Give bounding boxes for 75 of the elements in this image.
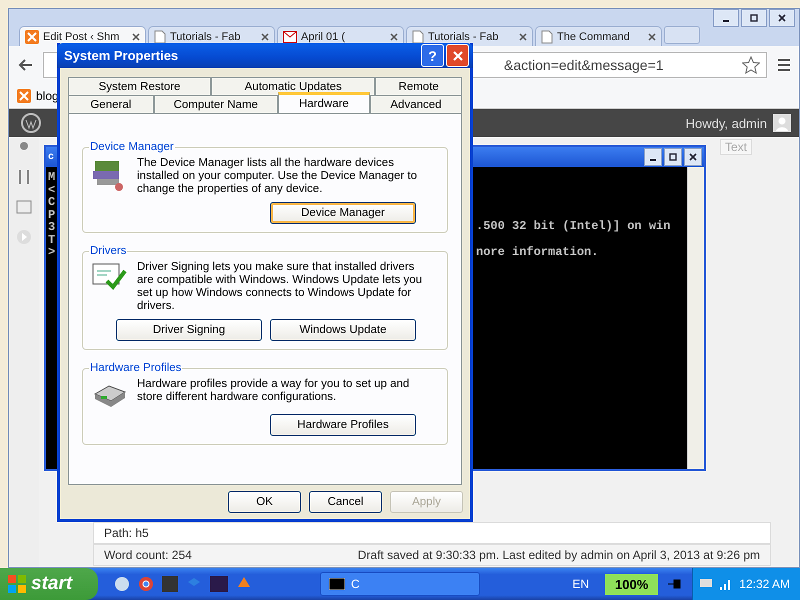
- logo-icon: [17, 88, 31, 102]
- action-button[interactable]: Device Manager: [270, 202, 416, 224]
- dialog-tab[interactable]: Hardware: [278, 92, 370, 113]
- maximize-icon: [669, 153, 677, 161]
- dialog-tab[interactable]: Computer Name: [154, 95, 278, 113]
- dialog-tab[interactable]: General: [68, 95, 154, 113]
- back-arrow-icon[interactable]: [17, 58, 33, 72]
- close-icon[interactable]: [132, 32, 140, 40]
- clock-text: 12:32 AM: [739, 577, 790, 591]
- scrollbar[interactable]: [687, 167, 704, 469]
- console-icon: [329, 578, 345, 590]
- close-icon[interactable]: [390, 32, 398, 40]
- description-text: Hardware profiles provide a way for you to set up and store different hardware configurations.: [137, 378, 410, 405]
- mail-icon: [283, 30, 297, 42]
- language-indicator[interactable]: EN: [564, 577, 598, 591]
- action-button[interactable]: Hardware Profiles: [270, 414, 416, 436]
- avatar-icon: [773, 114, 791, 132]
- maximize-icon: [750, 14, 758, 22]
- app-icon[interactable]: [114, 576, 130, 592]
- action-button[interactable]: Driver Signing: [116, 319, 262, 341]
- group-title: Hardware Profiles: [89, 362, 182, 374]
- dialog-tab[interactable]: System Restore: [68, 77, 212, 95]
- description-text: Driver Signing lets you make sure that installed drivers are compatible with Windows. Windows Update lets you set up how Windows connects to Windows Update for drivers.: [137, 261, 424, 313]
- greeting-text[interactable]: Howdy, admin: [686, 116, 767, 130]
- browser-tab[interactable]: Edit Post ‹ Shm: [19, 26, 146, 46]
- console-text: nore information.: [476, 245, 600, 259]
- minimize-button[interactable]: [644, 148, 662, 166]
- console-text: C: [48, 196, 56, 208]
- dialog-tab[interactable]: Advanced: [370, 95, 462, 113]
- chrome-icon[interactable]: [138, 576, 154, 592]
- console-text: <: [48, 184, 56, 196]
- close-button[interactable]: [684, 148, 702, 166]
- document-icon: [541, 30, 553, 44]
- console-text: .500 32 bit (Intel)] on win: [476, 219, 672, 233]
- close-icon[interactable]: [648, 32, 656, 40]
- action-button[interactable]: Windows Update: [270, 319, 416, 341]
- wordpress-logo-icon[interactable]: [21, 113, 41, 133]
- console-text: >: [48, 246, 56, 258]
- battery-meter: 100%: [605, 574, 658, 594]
- close-icon: [689, 153, 697, 161]
- console-text: M: [48, 171, 56, 184]
- path-text: Path: h5: [93, 522, 771, 544]
- close-icon: [778, 14, 786, 22]
- dialog-button[interactable]: OK: [228, 491, 301, 513]
- logo-icon: [25, 30, 39, 44]
- document-icon: [154, 30, 166, 44]
- restore-button[interactable]: [741, 9, 767, 27]
- group-title: Drivers: [89, 245, 128, 257]
- description-text: The Device Manager lists all the hardware devices installed on your computer. Use the Device Manager to change the properties of any device.: [137, 157, 418, 196]
- console-text: P: [48, 208, 56, 221]
- word-count-text: Word count: 254: [104, 547, 192, 563]
- document-icon: [412, 30, 424, 44]
- maximize-button[interactable]: [664, 148, 682, 166]
- close-button[interactable]: [769, 9, 795, 27]
- close-icon: [452, 50, 462, 60]
- dialog-button[interactable]: Cancel: [309, 491, 382, 513]
- help-button[interactable]: ?: [421, 44, 444, 67]
- minimize-button[interactable]: [713, 9, 739, 27]
- dialog-tab[interactable]: Automatic Updates: [211, 77, 376, 95]
- console-text: T: [48, 234, 56, 246]
- taskbar-button[interactable]: C: [320, 572, 480, 596]
- group-title: Device Manager: [89, 141, 175, 153]
- dialog-tab[interactable]: Remote: [375, 77, 462, 95]
- browser-tab[interactable]: Tutorials - Fab: [406, 26, 533, 46]
- browser-tab[interactable]: The Command: [535, 26, 662, 46]
- window-title: c: [48, 152, 54, 162]
- console-text: 3: [48, 221, 56, 234]
- close-icon[interactable]: [261, 32, 269, 40]
- star-icon[interactable]: [742, 56, 760, 74]
- draft-status-text: Draft saved at 9:30:33 pm. Last edited by admin on April 3, 2013 at 9:26 pm: [358, 547, 760, 563]
- certificate-check-icon: [91, 261, 127, 291]
- menu-icon[interactable]: [777, 58, 791, 72]
- windows-logo-icon: [8, 575, 26, 593]
- close-icon[interactable]: [519, 32, 527, 40]
- window-title: System Properties: [64, 48, 178, 63]
